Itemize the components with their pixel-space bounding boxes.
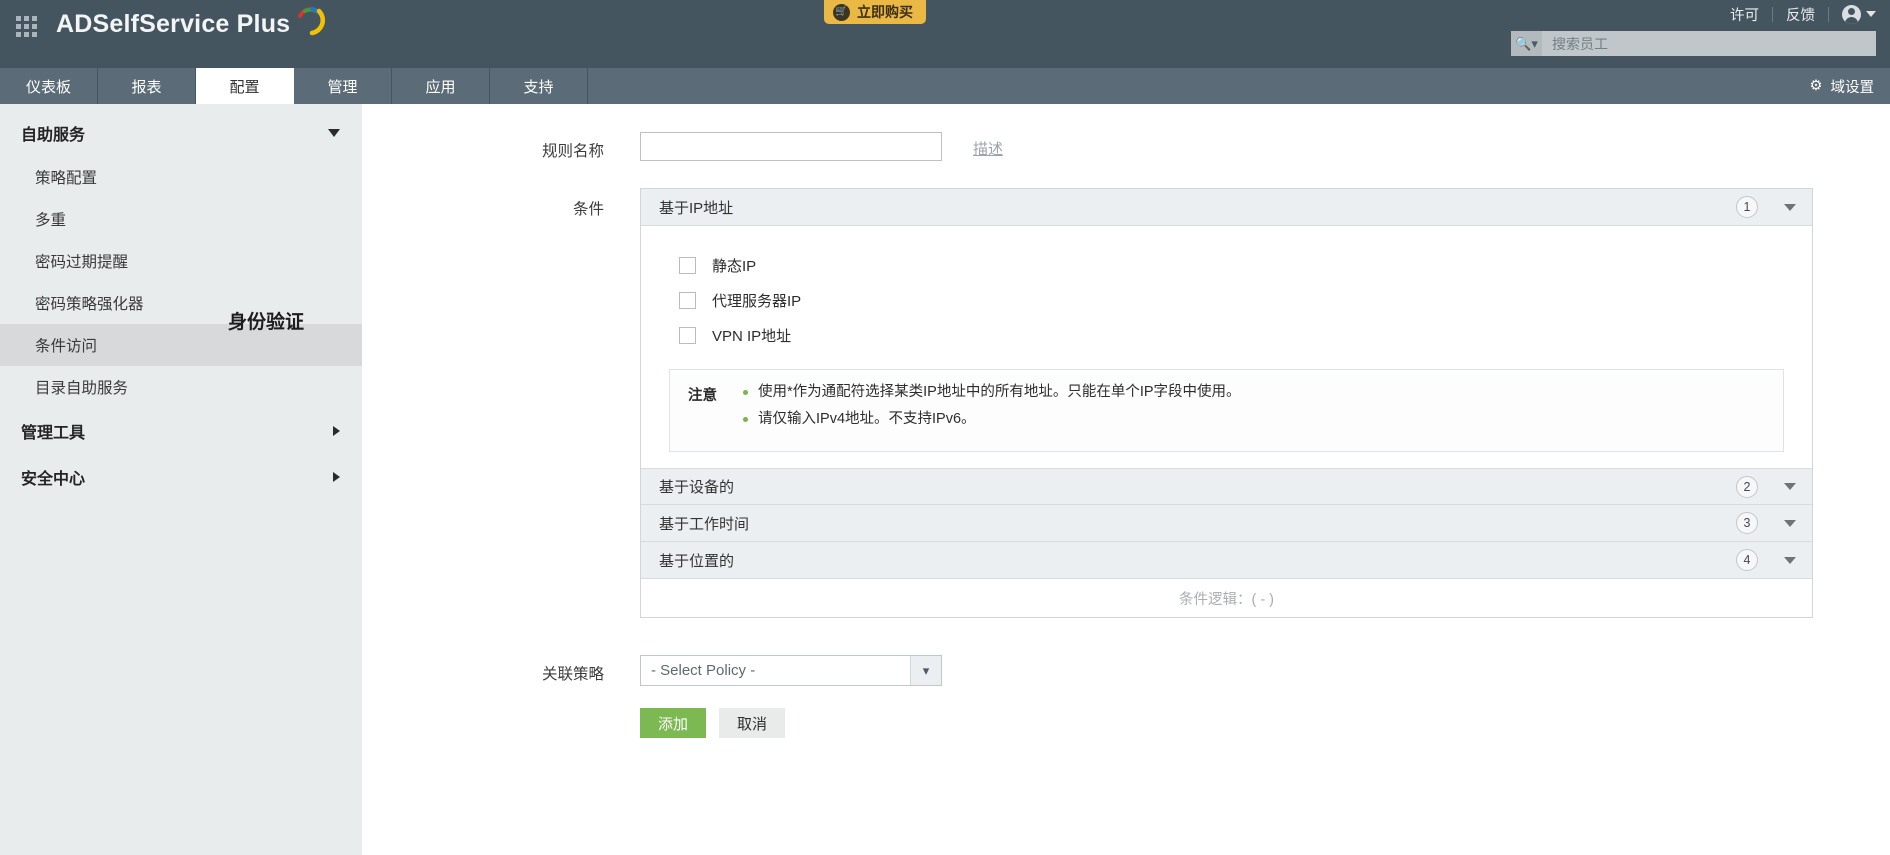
checkbox-row-vpn-ip[interactable]: VPN IP地址 [641,318,1812,353]
buy-now-button[interactable]: 🛒 立即购买 [824,0,926,24]
checkbox-label: VPN IP地址 [712,325,791,346]
cancel-button[interactable]: 取消 [719,708,785,738]
note-list: 使用*作为通配符选择某类IP地址中的所有地址。只能在单个IP字段中使用。 请仅输… [743,383,1241,436]
sidebar-group-label: 自助服务 [21,121,85,145]
checkbox-proxy-ip[interactable] [679,292,696,309]
chevron-down-icon[interactable] [1784,557,1796,564]
apps-grid-icon[interactable] [16,16,38,38]
header-links: 许可 反馈 [1717,0,1876,28]
sidebar-item-password-expiry-notification[interactable]: 密码过期提醒 [0,240,362,282]
associated-policy-label: 关联策略 [362,655,640,684]
chevron-right-icon [333,426,340,436]
domain-settings-button[interactable]: ⚙ 域设置 [1794,68,1890,104]
note-title: 注意 [688,383,717,436]
accordion-title: 基于位置的 [659,550,1736,571]
top-header-bar: ADSelfService Plus 🛒 立即购买 许可 反馈 🔍▾ [0,0,1890,68]
conditions-row: 条件 基于IP地址 1 静态IP 代理服务器IP [362,188,1890,618]
shopping-cart-icon: 🛒 [833,4,850,21]
feedback-link[interactable]: 反馈 [1773,4,1828,25]
app-brand-title: ADSelfService Plus [56,9,326,39]
chevron-down-icon[interactable] [1784,483,1796,490]
action-button-row: 添加 取消 [362,708,1890,738]
checkbox-label: 代理服务器IP [712,290,801,311]
accordion-title: 基于IP地址 [659,197,1736,218]
tab-dashboard[interactable]: 仪表板 [0,68,98,104]
sidebar-group-self-service[interactable]: 自助服务 [0,110,362,156]
tab-admin[interactable]: 管理 [294,68,392,104]
accordion-order-badge: 3 [1736,512,1758,534]
gear-icon: ⚙ [1810,78,1823,94]
associated-policy-row: 关联策略 - Select Policy - ▾ [362,655,1890,686]
chevron-down-icon [328,129,340,137]
condition-logic-footer: 条件逻辑：( - ) [641,579,1812,617]
left-sidebar: 自助服务 策略配置 多重 密码过期提醒 密码策略强化器 条件访问 目录自助服务 … [0,104,362,855]
accordion-header-device-based[interactable]: 基于设备的 2 [641,468,1812,505]
page-body: 自助服务 策略配置 多重 密码过期提醒 密码策略强化器 条件访问 目录自助服务 … [0,104,1890,855]
note-item: 使用*作为通配符选择某类IP地址中的所有地址。只能在单个IP字段中使用。 [743,383,1241,403]
chevron-down-icon[interactable]: ▾ [910,656,941,685]
main-content: 规则名称 描述 条件 基于IP地址 1 静态IP [362,104,1890,855]
conditions-accordion: 基于IP地址 1 静态IP 代理服务器IP VPN IP地址 [640,188,1813,618]
note-panel: 注意 使用*作为通配符选择某类IP地址中的所有地址。只能在单个IP字段中使用。 … [669,369,1784,452]
sidebar-group-admin-tools[interactable]: 管理工具 [0,408,362,454]
user-avatar-icon [1842,5,1861,24]
brand-logo-swoosh-icon [292,5,326,39]
sidebar-group-security-center[interactable]: 安全中心 [0,454,362,500]
sidebar-item-password-policy-enforcer[interactable]: 密码策略强化器 [0,282,362,324]
chevron-down-icon[interactable] [1784,204,1796,211]
accordion-body-ip-based: 静态IP 代理服务器IP VPN IP地址 注意 使用*作为通配符选择某类IP地… [641,226,1812,468]
chevron-down-icon [1866,11,1876,17]
search-icon[interactable]: 🔍▾ [1511,31,1542,56]
main-tab-bar: 仪表板 报表 配置 管理 应用 支持 ⚙ 域设置 [0,68,1890,104]
tab-applications[interactable]: 应用 [392,68,490,104]
accordion-header-business-hours[interactable]: 基于工作时间 3 [641,505,1812,542]
sidebar-item-conditional-access[interactable]: 条件访问 [0,324,362,366]
user-menu[interactable] [1829,5,1876,24]
rule-name-label: 规则名称 [362,132,640,161]
sidebar-item-multi-factor[interactable]: 多重 [0,198,362,240]
header-right-cluster: 许可 反馈 🔍▾ [1511,0,1876,56]
policy-select-value: - Select Policy - [641,662,910,679]
spacer [362,708,640,715]
chevron-down-icon[interactable] [1784,520,1796,527]
accordion-order-badge: 4 [1736,549,1758,571]
checkbox-row-proxy-ip[interactable]: 代理服务器IP [641,283,1812,318]
accordion-header-location-based[interactable]: 基于位置的 4 [641,542,1812,579]
tab-reports[interactable]: 报表 [98,68,196,104]
brand-text: ADSelfService Plus [56,10,290,39]
accordion-order-badge: 2 [1736,476,1758,498]
sidebar-group-label: 安全中心 [21,465,85,489]
accordion-title: 基于工作时间 [659,513,1736,534]
accordion-order-badge: 1 [1736,196,1758,218]
accordion-title: 基于设备的 [659,476,1736,497]
license-link[interactable]: 许可 [1717,4,1772,25]
note-item: 请仅输入IPv4地址。不支持IPv6。 [743,410,1241,430]
checkbox-row-static-ip[interactable]: 静态IP [641,248,1812,283]
buy-now-label: 立即购买 [857,2,913,22]
chevron-right-icon [333,472,340,482]
button-group: 添加 取消 [640,708,785,738]
sidebar-group-label: 管理工具 [21,419,85,443]
policy-select[interactable]: - Select Policy - ▾ [640,655,942,686]
tab-support[interactable]: 支持 [490,68,588,104]
checkbox-static-ip[interactable] [679,257,696,274]
search-input[interactable] [1542,36,1876,52]
checkbox-label: 静态IP [712,255,756,276]
checkbox-vpn-ip[interactable] [679,327,696,344]
accordion-header-ip-based[interactable]: 基于IP地址 1 [641,189,1812,226]
description-link[interactable]: 描述 [973,132,1003,159]
rule-name-input[interactable] [640,132,942,161]
conditions-label: 条件 [362,188,640,219]
employee-search-box[interactable]: 🔍▾ [1511,31,1876,56]
sidebar-item-directory-self-service[interactable]: 目录自助服务 [0,366,362,408]
domain-settings-label: 域设置 [1831,76,1875,97]
rule-name-row: 规则名称 描述 [362,132,1890,161]
add-button[interactable]: 添加 [640,708,706,738]
tab-configuration[interactable]: 配置 [196,68,294,104]
sidebar-item-policy-configuration[interactable]: 策略配置 [0,156,362,198]
